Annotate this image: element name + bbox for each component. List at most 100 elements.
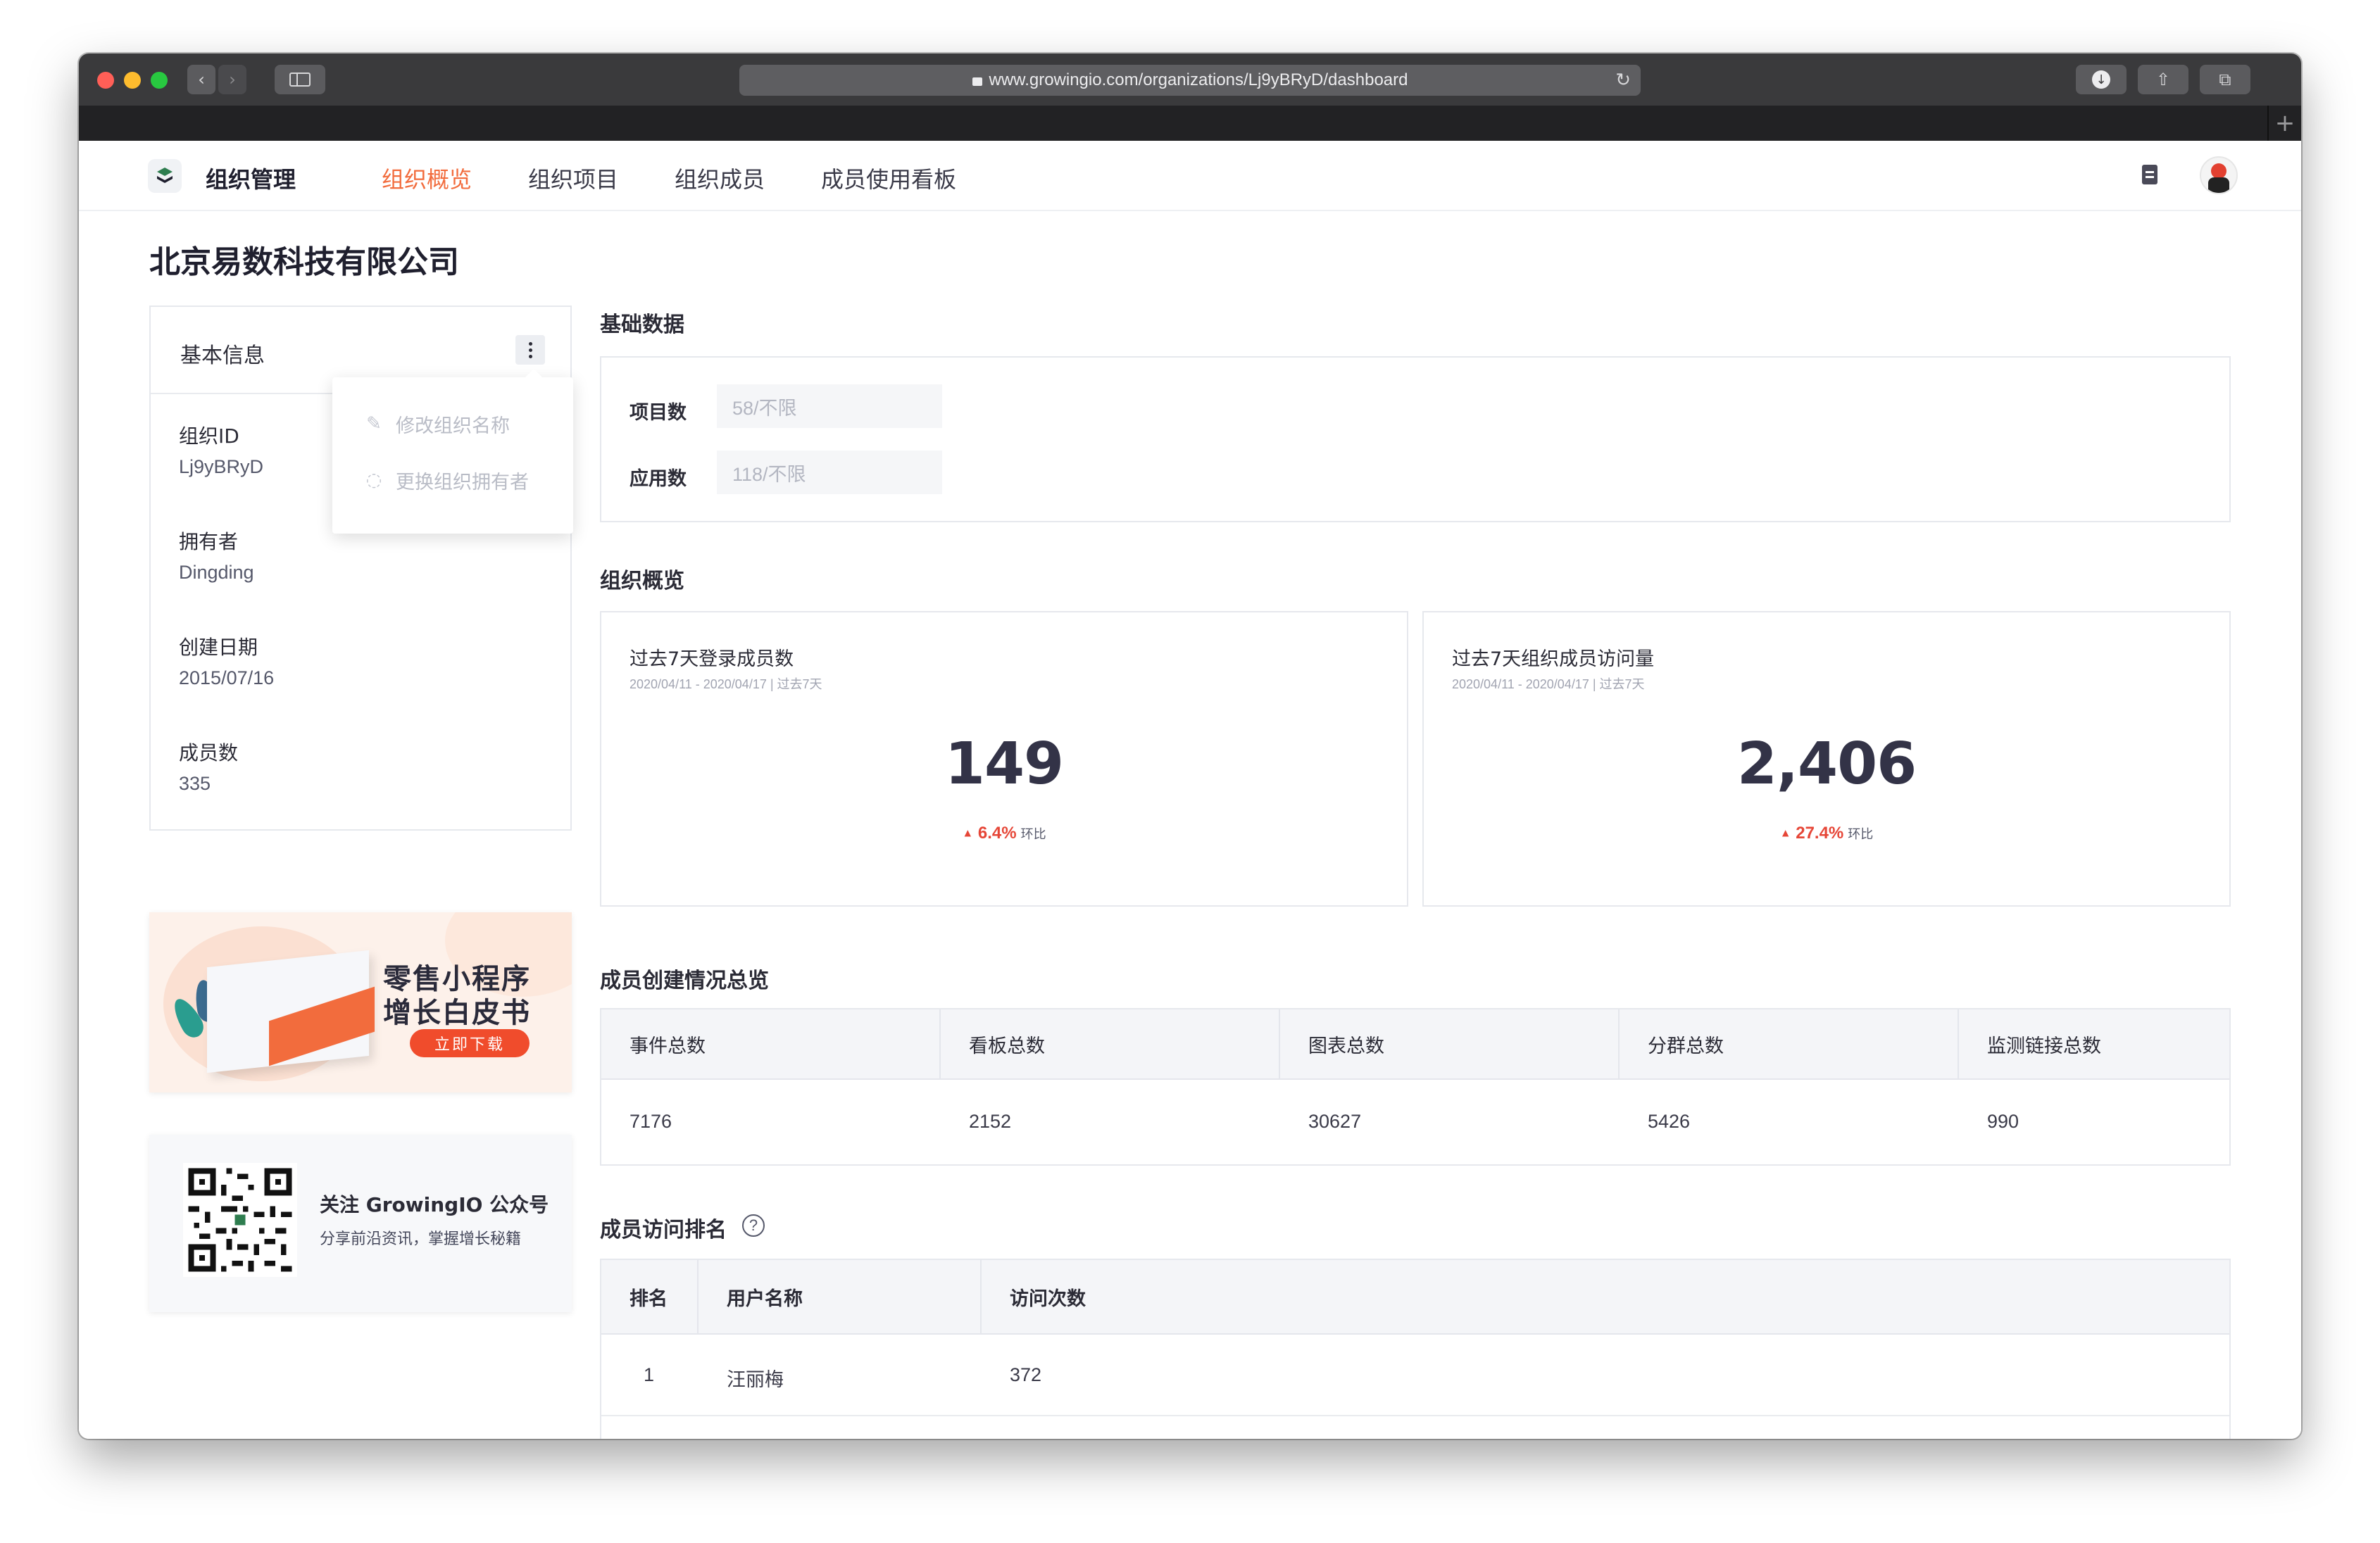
plus-icon: + bbox=[2274, 109, 2296, 137]
logo-icon bbox=[157, 168, 173, 183]
growingio-logo[interactable] bbox=[148, 159, 182, 193]
tab-member-usage-board[interactable]: 成员使用看板 bbox=[821, 162, 956, 194]
member-visits-stat-card: 过去7天组织成员访问量 2020/04/11 - 2020/04/17 | 过去… bbox=[1422, 611, 2231, 907]
wechat-follow-title: 关注 GrowingIO 公众号 bbox=[320, 1193, 549, 1216]
stat-change-label: 环比 bbox=[1020, 827, 1046, 841]
rename-org-label: 修改组织名称 bbox=[396, 415, 510, 437]
top-navigation: 组织管理 组织概览 组织项目 组织成员 成员使用看板 bbox=[79, 141, 2301, 211]
tabs-overview-button[interactable]: ⧉ bbox=[2200, 65, 2250, 94]
more-options-button[interactable] bbox=[515, 335, 545, 365]
question-circle-icon[interactable]: ? bbox=[742, 1214, 765, 1237]
app-count-value: 118/不限 bbox=[717, 451, 942, 494]
table-cell: 7176 bbox=[630, 1111, 672, 1132]
table-cell: 5426 bbox=[1648, 1111, 1691, 1132]
table-header-cell: 事件总数 bbox=[601, 1009, 941, 1078]
basic-data-title: 基础数据 bbox=[600, 313, 684, 337]
table-cell: 30627 bbox=[1308, 1111, 1362, 1132]
tab-strip bbox=[79, 106, 2301, 141]
change-owner-menu-item[interactable]: ◌ 更换组织拥有者 bbox=[332, 459, 573, 501]
forward-button[interactable]: › bbox=[218, 65, 246, 94]
stat-title: 过去7天登录成员数 bbox=[630, 648, 794, 670]
stat-change: ▲ 27.4% 环比 bbox=[1424, 824, 2229, 843]
org-id-label: 组织ID bbox=[179, 424, 239, 448]
table-header-cell: 监测链接总数 bbox=[1987, 1035, 2101, 1057]
member-count-value: 335 bbox=[179, 773, 211, 794]
zoom-window-button[interactable] bbox=[151, 72, 168, 89]
change-owner-label: 更换组织拥有者 bbox=[396, 471, 529, 493]
address-bar[interactable]: www.growingio.com/organizations/Lj9yBRyD… bbox=[739, 65, 1641, 96]
visit-ranking-table: 排名 用户名称 访问次数 1 汪丽梅 372 bbox=[600, 1259, 2231, 1439]
stat-value: 149 bbox=[944, 731, 1064, 798]
lock-icon bbox=[972, 77, 982, 86]
stat-change-label: 环比 bbox=[1848, 827, 1874, 841]
triangle-up-icon: ▲ bbox=[962, 827, 974, 840]
options-dropdown-menu: ✎ 修改组织名称 ◌ 更换组织拥有者 bbox=[332, 369, 573, 534]
app-count-label: 应用数 bbox=[630, 468, 687, 490]
sidebar-toggle-button[interactable] bbox=[275, 65, 325, 94]
created-date-value: 2015/07/16 bbox=[179, 667, 275, 688]
stat-change: ▲ 6.4% 环比 bbox=[601, 824, 1407, 843]
minimize-window-button[interactable] bbox=[124, 72, 141, 89]
table-header-cell: 看板总数 bbox=[941, 1009, 1280, 1078]
tab-org-projects[interactable]: 组织项目 bbox=[528, 162, 618, 194]
downloads-button[interactable]: ↓ bbox=[2076, 65, 2127, 94]
more-vertical-icon bbox=[528, 341, 532, 346]
member-count-label: 成员数 bbox=[179, 741, 239, 764]
tabs-icon: ⧉ bbox=[2219, 70, 2231, 89]
page-title: 北京易数科技有限公司 bbox=[149, 244, 459, 280]
owner-value: Dingding bbox=[179, 562, 254, 583]
visit-ranking-title: 成员访问排名 bbox=[600, 1218, 727, 1242]
stat-value: 2,406 bbox=[1736, 731, 1917, 798]
table-cell: 2152 bbox=[969, 1111, 1012, 1132]
user-avatar[interactable] bbox=[2200, 156, 2238, 194]
app-content: 组织管理 组织概览 组织项目 组织成员 成员使用看板 北京易数科技有限公司 基本… bbox=[79, 141, 2301, 1439]
created-date-label: 创建日期 bbox=[179, 636, 258, 659]
user-name-cell: 汪丽梅 bbox=[727, 1369, 784, 1390]
login-members-stat-card: 过去7天登录成员数 2020/04/11 - 2020/04/17 | 过去7天… bbox=[600, 611, 1408, 907]
refresh-icon: ◌ bbox=[365, 470, 382, 491]
rename-org-menu-item[interactable]: ✎ 修改组织名称 bbox=[332, 403, 573, 445]
qr-code-image bbox=[183, 1163, 297, 1277]
visit-count-cell: 372 bbox=[1010, 1364, 1042, 1385]
stat-date-range: 2020/04/11 - 2020/04/17 | 过去7天 bbox=[1452, 677, 1645, 691]
download-now-button[interactable]: 立即下载 bbox=[410, 1029, 530, 1057]
triangle-up-icon: ▲ bbox=[1779, 827, 1791, 840]
stat-date-range: 2020/04/11 - 2020/04/17 | 过去7天 bbox=[630, 677, 822, 691]
close-window-button[interactable] bbox=[97, 72, 114, 89]
creation-overview-title: 成员创建情况总览 bbox=[600, 969, 769, 993]
whitepaper-banner[interactable]: 零售小程序 增长白皮书 立即下载 bbox=[149, 912, 572, 1092]
reload-icon[interactable]: ↻ bbox=[1615, 69, 1631, 91]
table-header-cell: 用户名称 bbox=[699, 1260, 982, 1333]
tab-org-members[interactable]: 组织成员 bbox=[675, 162, 765, 194]
basic-info-title: 基本信息 bbox=[180, 344, 265, 368]
org-overview-title: 组织概览 bbox=[600, 569, 684, 593]
url-text: www.growingio.com/organizations/Lj9yBRyD… bbox=[989, 70, 1408, 89]
tab-org-overview[interactable]: 组织概览 bbox=[382, 162, 472, 194]
basic-info-card: 基本信息 组织ID Lj9yBRyD 拥有者 Dingding 创建日期 201… bbox=[149, 306, 573, 831]
org-id-value: Lj9yBRyD bbox=[179, 456, 264, 477]
stat-title: 过去7天组织成员访问量 bbox=[1452, 648, 1655, 670]
basic-data-card: 项目数 58/不限 应用数 118/不限 bbox=[600, 356, 2231, 522]
new-tab-button[interactable]: + bbox=[2267, 106, 2301, 141]
wechat-follow-card: 关注 GrowingIO 公众号 分享前沿资讯，掌握增长秘籍 bbox=[149, 1135, 572, 1312]
back-button[interactable]: ‹ bbox=[187, 65, 215, 94]
document-icon[interactable] bbox=[2142, 165, 2157, 184]
creation-overview-table: 事件总数 看板总数 图表总数 分群总数 监测链接总数 7176 2152 306… bbox=[600, 1008, 2231, 1166]
table-header: 事件总数 看板总数 图表总数 分群总数 监测链接总数 bbox=[601, 1009, 2229, 1080]
download-icon: ↓ bbox=[2092, 70, 2110, 89]
brand-title: 组织管理 bbox=[206, 166, 296, 193]
pencil-icon: ✎ bbox=[366, 413, 382, 434]
browser-titlebar: ‹ › www.growingio.com/organizations/Lj9y… bbox=[79, 53, 2301, 106]
wechat-follow-subtitle: 分享前沿资讯，掌握增长秘籍 bbox=[320, 1230, 522, 1248]
rank-cell: 1 bbox=[644, 1364, 655, 1385]
project-count-value: 58/不限 bbox=[717, 384, 942, 428]
table-header: 排名 用户名称 访问次数 bbox=[601, 1260, 2229, 1335]
share-button[interactable]: ⇧ bbox=[2138, 65, 2188, 94]
table-header-cell: 排名 bbox=[601, 1260, 699, 1333]
banner-title-line2: 增长白皮书 bbox=[383, 997, 531, 1029]
owner-label: 拥有者 bbox=[179, 530, 239, 553]
sidebar-icon bbox=[289, 73, 311, 87]
chevron-right-icon: › bbox=[229, 70, 236, 89]
table-row[interactable]: 1 汪丽梅 372 bbox=[601, 1335, 2229, 1416]
table-header-cell: 分群总数 bbox=[1620, 1009, 1959, 1078]
